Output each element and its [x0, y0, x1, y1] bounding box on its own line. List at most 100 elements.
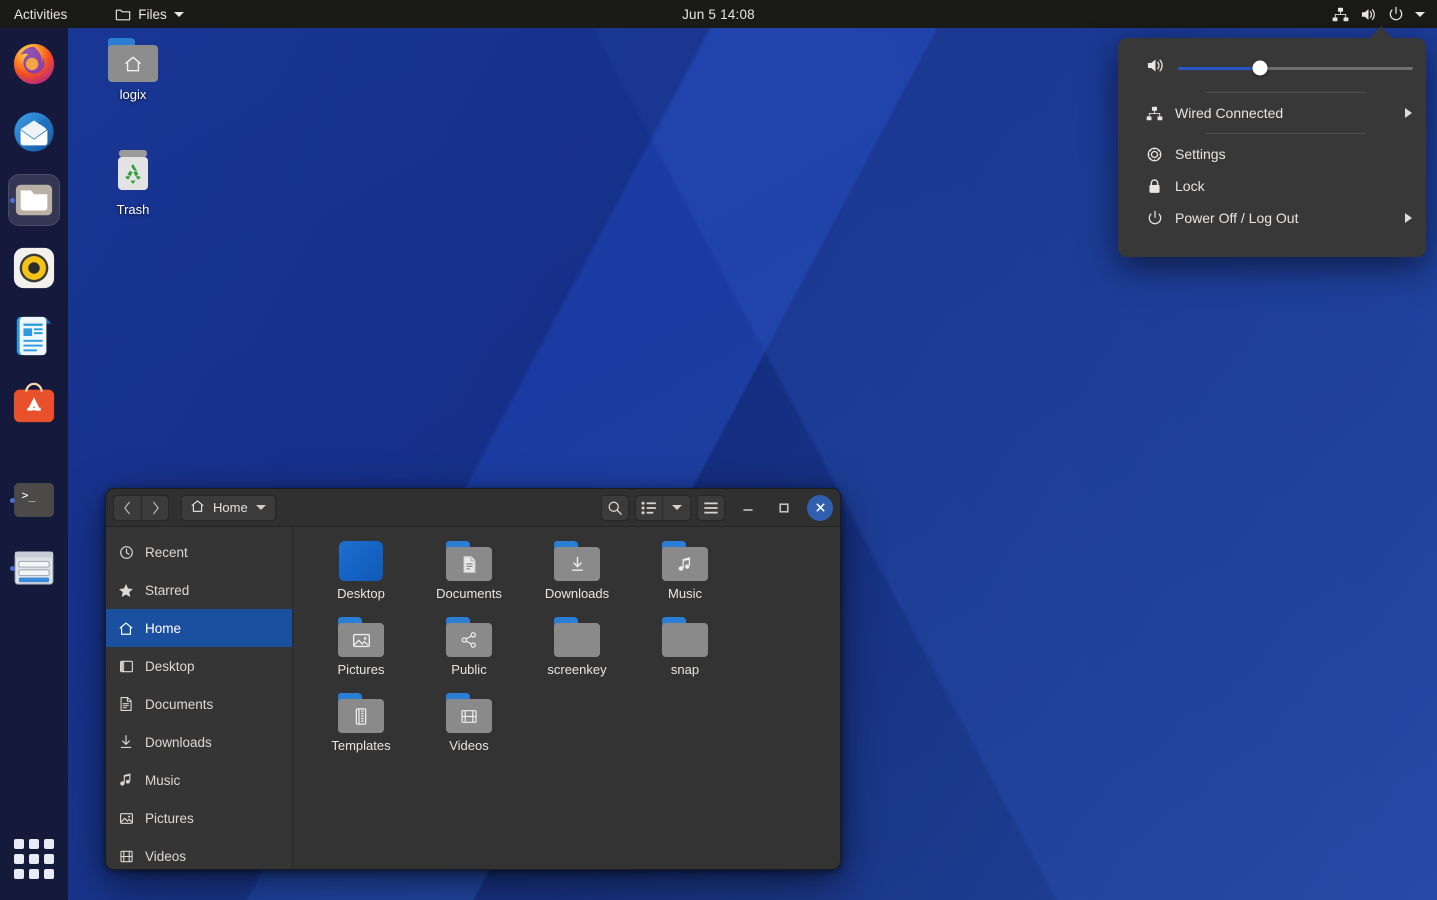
document-icon [118, 696, 134, 712]
public-folder-icon [446, 617, 492, 657]
system-menu-item-label: Settings [1175, 146, 1412, 162]
file-item-public[interactable]: Public [415, 617, 523, 693]
folder-icon [115, 7, 131, 21]
main-menu-button[interactable] [697, 495, 725, 521]
dock-item-firefox[interactable] [8, 38, 60, 90]
dock-item-thunderbird[interactable] [8, 106, 60, 158]
picture-icon [118, 811, 134, 826]
caret-down-icon [672, 505, 682, 510]
file-item-documents[interactable]: Documents [415, 541, 523, 617]
view-options-button[interactable] [663, 495, 691, 521]
sidebar-item-starred[interactable]: Starred [106, 571, 292, 609]
file-item-videos[interactable]: Videos [415, 693, 523, 769]
caret-down-icon [1415, 12, 1425, 17]
home-icon [190, 499, 205, 516]
show-applications-button[interactable] [11, 836, 57, 882]
downloads-folder-icon [554, 541, 600, 581]
video-icon [118, 849, 134, 864]
sidebar-item-label: Starred [145, 583, 189, 598]
search-button[interactable] [601, 495, 629, 521]
system-menu-item-power[interactable]: Power Off / Log Out [1118, 202, 1426, 234]
sidebar-item-videos[interactable]: Videos [106, 837, 292, 869]
back-button[interactable] [113, 495, 141, 521]
desktop-icon-trash[interactable]: Trash [85, 148, 181, 217]
running-indicator [10, 566, 15, 571]
sidebar-item-label: Desktop [145, 659, 195, 674]
list-view-button[interactable] [635, 495, 663, 521]
network-wired-icon [1146, 106, 1163, 121]
sidebar-item-downloads[interactable]: Downloads [106, 723, 292, 761]
caret-down-icon [174, 12, 184, 17]
app-menu-button[interactable]: Files [106, 0, 193, 28]
file-item-label: screenkey [547, 662, 606, 677]
file-item-desktop[interactable]: Desktop [307, 541, 415, 617]
system-tray-button[interactable] [1326, 0, 1431, 28]
window-header: Home [106, 489, 840, 527]
clock-label: Jun 5 14:08 [682, 7, 755, 22]
system-menu-item-label: Wired Connected [1175, 105, 1393, 121]
dock: >_ [0, 28, 68, 900]
forward-button[interactable] [141, 495, 169, 521]
file-item-label: Documents [436, 586, 502, 601]
file-item-label: Desktop [337, 586, 385, 601]
sidebar-item-label: Documents [145, 697, 213, 712]
dock-item-ubuntu-software[interactable] [8, 378, 60, 430]
volume-slider[interactable] [1178, 67, 1413, 70]
sidebar-item-label: Downloads [145, 735, 212, 750]
sidebar-item-documents[interactable]: Documents [106, 685, 292, 723]
close-button[interactable] [807, 495, 833, 521]
file-item-music[interactable]: Music [631, 541, 739, 617]
maximize-button[interactable] [771, 495, 797, 521]
desktop-icon [118, 659, 134, 674]
file-item-label: Videos [449, 738, 489, 753]
clock-icon [118, 545, 134, 560]
file-item-snap[interactable]: snap [631, 617, 739, 693]
power-icon [1146, 210, 1163, 226]
sidebar-item-music[interactable]: Music [106, 761, 292, 799]
desktop-icon-label: logix [120, 87, 147, 102]
file-item-label: Downloads [545, 586, 609, 601]
file-item-label: snap [671, 662, 699, 677]
star-icon [118, 583, 134, 598]
volume-row[interactable] [1118, 48, 1426, 88]
volume-icon [1146, 57, 1166, 79]
gear-icon [1146, 146, 1163, 163]
sidebar-item-label: Home [145, 621, 181, 636]
system-menu-item-settings[interactable]: Settings [1118, 138, 1426, 170]
window-body: Recent Starred Home Desktop [106, 527, 840, 869]
file-grid[interactable]: Desktop Documents Download [293, 527, 840, 869]
system-menu-item-wired[interactable]: Wired Connected [1118, 97, 1426, 129]
running-indicator [10, 198, 15, 203]
file-item-pictures[interactable]: Pictures [307, 617, 415, 693]
dock-item-libreoffice-writer[interactable] [8, 310, 60, 362]
home-icon [118, 621, 134, 636]
file-item-label: Public [451, 662, 486, 677]
path-bar-home[interactable]: Home [181, 495, 276, 521]
dock-item-files[interactable] [8, 174, 60, 226]
sidebar-item-pictures[interactable]: Pictures [106, 799, 292, 837]
desktop-icon-logix[interactable]: logix [85, 38, 181, 102]
file-item-templates[interactable]: Templates [307, 693, 415, 769]
clock-button[interactable]: Jun 5 14:08 [673, 0, 764, 28]
dock-item-help[interactable] [8, 542, 60, 594]
volume-slider-handle[interactable] [1253, 61, 1268, 76]
system-menu-arrow [1369, 26, 1393, 39]
sidebar: Recent Starred Home Desktop [106, 527, 293, 869]
activities-button[interactable]: Activities [5, 0, 76, 28]
file-item-downloads[interactable]: Downloads [523, 541, 631, 617]
chevron-right-icon [1405, 213, 1412, 223]
file-item-label: Music [668, 586, 702, 601]
app-menu-label: Files [138, 7, 167, 22]
file-item-screenkey[interactable]: screenkey [523, 617, 631, 693]
sidebar-item-recent[interactable]: Recent [106, 533, 292, 571]
sidebar-item-label: Music [145, 773, 180, 788]
menu-separator [1206, 92, 1366, 93]
minimize-button[interactable] [735, 495, 761, 521]
system-menu-item-lock[interactable]: Lock [1118, 170, 1426, 202]
file-item-label: Pictures [338, 662, 385, 677]
sidebar-item-desktop[interactable]: Desktop [106, 647, 292, 685]
navigation-buttons [113, 495, 169, 521]
dock-item-rhythmbox[interactable] [8, 242, 60, 294]
sidebar-item-home[interactable]: Home [106, 609, 292, 647]
dock-item-terminal[interactable]: >_ [8, 474, 60, 526]
